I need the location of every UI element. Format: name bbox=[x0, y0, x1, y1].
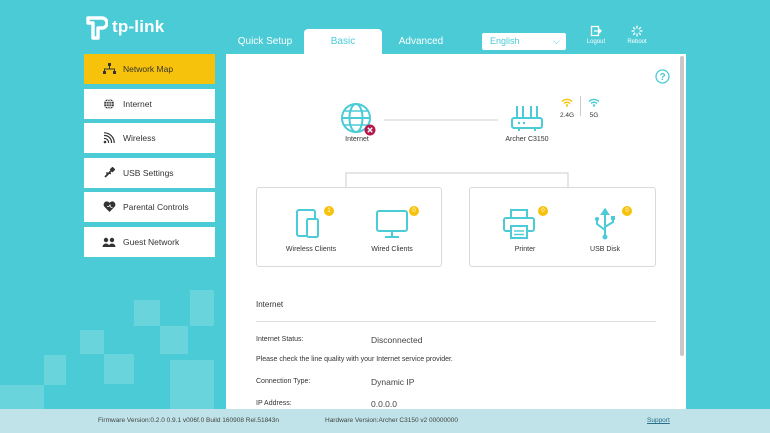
main-tabs: Quick Setup Basic Advanced bbox=[226, 29, 460, 54]
sidebar-item-label: Internet bbox=[123, 98, 152, 109]
section-divider bbox=[256, 321, 656, 322]
footer: Firmware Version:0.2.0 0.9.1 v006f.0 Bui… bbox=[0, 409, 770, 433]
usb-disk-count: 0 bbox=[622, 206, 632, 216]
decor-square bbox=[44, 355, 66, 385]
usb-disk-node[interactable]: 0 USB Disk bbox=[580, 206, 650, 262]
wired-clients-label: Wired Clients bbox=[371, 246, 413, 253]
sidebar-item-guest-network[interactable]: Guest Network bbox=[84, 226, 215, 257]
logout-button[interactable]: Logout bbox=[579, 25, 613, 45]
network-map-panel: ? Internet Archer C3150 2.4G 5G 1 Wirele… bbox=[226, 54, 686, 409]
logout-label: Logout bbox=[586, 39, 606, 45]
wifi-24g-icon bbox=[561, 98, 573, 107]
usb-disk-label: USB Disk bbox=[590, 246, 620, 253]
firmware-version: Firmware Version:0.2.0 0.9.1 v006f.0 Bui… bbox=[98, 417, 280, 424]
decor-square bbox=[190, 290, 214, 326]
printer-icon bbox=[503, 209, 535, 239]
monitor-icon bbox=[376, 210, 408, 238]
logout-icon bbox=[590, 25, 602, 37]
sidebar-item-label: Wireless bbox=[123, 133, 156, 143]
line-quality-note: Please check the line quality with your … bbox=[256, 356, 453, 363]
router-node[interactable] bbox=[510, 104, 544, 132]
usb-devices-box: 0 Printer 0 USB Disk bbox=[469, 187, 656, 267]
map-connectors bbox=[345, 119, 569, 187]
decor-square bbox=[170, 360, 214, 409]
internet-node[interactable] bbox=[340, 102, 376, 136]
wireless-clients-count: 1 bbox=[324, 206, 334, 216]
sidebar-item-wireless[interactable]: Wireless bbox=[84, 123, 215, 153]
sidebar-item-label: Guest Network bbox=[123, 236, 180, 247]
heart-icon bbox=[102, 200, 116, 214]
wifi-icon bbox=[102, 131, 116, 145]
ip-address-value: 0.0.0.0 bbox=[371, 399, 397, 409]
users-icon bbox=[102, 235, 116, 249]
sidebar-item-network-map[interactable]: Network Map bbox=[84, 54, 215, 84]
network-map-icon bbox=[102, 62, 116, 76]
usb-icon bbox=[102, 166, 116, 180]
connection-type-value: Dynamic IP bbox=[371, 377, 415, 387]
globe-icon bbox=[102, 97, 116, 111]
internet-label: Internet bbox=[345, 136, 369, 143]
wired-clients-node[interactable]: 0 Wired Clients bbox=[367, 206, 437, 262]
sidebar-item-label: Network Map bbox=[123, 64, 174, 74]
brand-name: tp-link bbox=[112, 17, 165, 36]
decor-square bbox=[0, 385, 44, 409]
band-5g-indicator[interactable]: 5G bbox=[586, 94, 602, 119]
support-link[interactable]: Support bbox=[647, 417, 670, 424]
wireless-clients-node[interactable]: 1 Wireless Clients bbox=[281, 206, 351, 262]
decor-square bbox=[80, 330, 104, 354]
clients-box: 1 Wireless Clients 0 Wired Clients bbox=[256, 187, 442, 267]
printer-label: Printer bbox=[514, 246, 536, 253]
sidebar-item-parental-controls[interactable]: Parental Controls bbox=[84, 192, 215, 222]
brand-logo: tp-link bbox=[84, 14, 164, 40]
hardware-version: Hardware Version:Archer C3150 v2 0000000… bbox=[325, 417, 458, 424]
decor-square bbox=[134, 300, 160, 326]
language-selected: English bbox=[490, 36, 520, 46]
tp-link-logo-icon bbox=[86, 16, 108, 40]
router-label: Archer C3150 bbox=[505, 136, 549, 143]
connection-type-label: Connection Type: bbox=[256, 378, 311, 385]
error-status-icon bbox=[364, 124, 376, 136]
band-5g-label: 5G bbox=[589, 112, 599, 119]
router-icon bbox=[511, 106, 543, 131]
chevron-down-icon: ⌵ bbox=[553, 36, 560, 46]
tab-quick-setup[interactable]: Quick Setup bbox=[226, 29, 304, 54]
internet-status-value: Disconnected bbox=[371, 335, 423, 345]
band-24g-indicator[interactable]: 2.4G bbox=[558, 94, 576, 119]
internet-status-label: Internet Status: bbox=[256, 336, 304, 343]
language-select[interactable]: English ⌵ bbox=[482, 33, 566, 50]
printer-count: 0 bbox=[538, 206, 548, 216]
sidebar-item-label: Parental Controls bbox=[123, 202, 189, 212]
tab-basic[interactable]: Basic bbox=[304, 29, 382, 54]
reboot-button[interactable]: Reboot bbox=[620, 25, 654, 45]
reboot-icon bbox=[631, 25, 643, 37]
tab-advanced[interactable]: Advanced bbox=[382, 29, 460, 54]
wifi-5g-icon bbox=[588, 98, 600, 107]
printer-node[interactable]: 0 Printer bbox=[490, 206, 560, 262]
sidebar-item-label: USB Settings bbox=[123, 167, 174, 178]
ip-address-label: IP Address: bbox=[256, 400, 292, 407]
internet-section-title: Internet bbox=[256, 300, 284, 309]
sidebar-item-usb-settings[interactable]: USB Settings bbox=[84, 157, 215, 188]
decor-square bbox=[104, 354, 134, 384]
band-24g-label: 2.4G bbox=[559, 112, 575, 119]
decor-square bbox=[160, 326, 188, 354]
wired-clients-count: 0 bbox=[409, 206, 419, 216]
reboot-label: Reboot bbox=[627, 39, 647, 45]
usb-icon bbox=[595, 208, 615, 240]
sidebar: Network Map Internet Wireless USB Settin… bbox=[84, 54, 215, 261]
sidebar-item-internet[interactable]: Internet bbox=[84, 88, 215, 119]
band-divider bbox=[580, 96, 581, 116]
wireless-clients-label: Wireless Clients bbox=[285, 246, 337, 253]
